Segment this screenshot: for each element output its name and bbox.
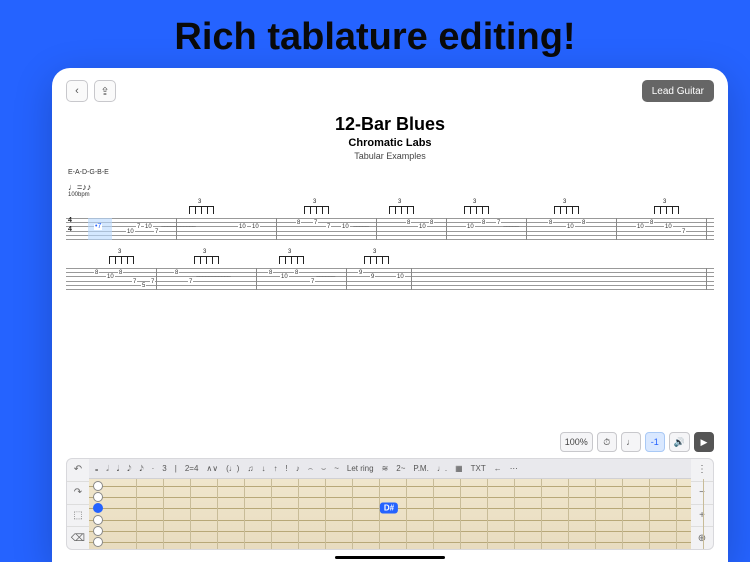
play-button[interactable]: ▶ bbox=[694, 432, 714, 452]
toolbar-item[interactable]: ~ bbox=[334, 464, 339, 473]
tab-staff[interactable]: 3333810875787810879910~~~~~~~~~~~~~~~~~ bbox=[66, 256, 714, 298]
metronome-button[interactable]: ♩ bbox=[621, 432, 641, 452]
toolbar-item[interactable]: ⋯ bbox=[510, 464, 518, 473]
eraser-tool[interactable]: ⌫ bbox=[67, 527, 89, 549]
string-open-dot[interactable] bbox=[93, 537, 103, 547]
toolbar-item[interactable]: ♪ bbox=[296, 464, 300, 473]
toolbar-item[interactable]: 𝅝 bbox=[95, 464, 98, 474]
toolbar-item[interactable]: 𝅗𝅥 bbox=[106, 464, 109, 474]
redo-button[interactable]: ↷ bbox=[67, 482, 89, 505]
active-note-badge[interactable]: D# bbox=[380, 503, 398, 514]
app-window: ‹ ⇪ Lead Guitar 12-Bar Blues Chromatic L… bbox=[52, 68, 728, 562]
instrument-selector[interactable]: Lead Guitar bbox=[642, 80, 714, 102]
share-button[interactable]: ⇪ bbox=[94, 80, 116, 102]
string-open-dot[interactable] bbox=[93, 526, 103, 536]
toolbar-item[interactable]: 3 bbox=[162, 464, 166, 473]
volume-button[interactable]: 🔊 bbox=[669, 432, 690, 452]
toolbar-item[interactable]: (♩) bbox=[226, 464, 239, 473]
tempo-notation: ♩=♪♪ bbox=[68, 182, 91, 192]
toolbar-item[interactable]: ← bbox=[494, 464, 502, 473]
toolbar-item[interactable]: ↓ bbox=[261, 464, 265, 473]
back-button[interactable]: ‹ bbox=[66, 80, 88, 102]
song-title: 12-Bar Blues bbox=[66, 114, 714, 135]
toolbar-item[interactable]: ⌢ bbox=[308, 464, 313, 474]
toolbar-item[interactable]: 𝅘𝅥𝅯 bbox=[139, 464, 143, 474]
string-open-dot[interactable] bbox=[93, 492, 103, 502]
toolbar-item[interactable]: ≋ bbox=[382, 464, 389, 473]
marketing-headline: Rich tablature editing! bbox=[0, 0, 750, 73]
toolbar-item[interactable]: · bbox=[152, 464, 155, 473]
toolbar-item[interactable]: 2~ bbox=[396, 464, 405, 473]
playback-controls: 100% ⏱ ♩ -1 🔊 ▶ bbox=[560, 432, 714, 452]
toolbar-item[interactable]: 2=4 bbox=[185, 464, 199, 473]
string-open-dot[interactable] bbox=[93, 481, 103, 491]
toolbar-item[interactable]: P.M. bbox=[413, 464, 428, 473]
toolbar-item[interactable]: ∧∨ bbox=[206, 464, 218, 473]
toolbar-item[interactable]: ↑ bbox=[273, 464, 277, 473]
remove-tool[interactable]: − bbox=[691, 482, 713, 505]
notation-toolbar: 𝅝 𝅗𝅥 𝅘𝅥 𝅘𝅥𝅮 𝅘𝅥𝅯 · 3 | 2=4 ∧∨ (♩) ♫ ↓ ↑! ♪ ⌢ ⌣ ~ Let ring ≋ 2… bbox=[89, 459, 691, 479]
more-tool[interactable]: ⋮ bbox=[691, 459, 713, 482]
insert-tool[interactable]: ⊕ bbox=[691, 527, 713, 549]
undo-button[interactable]: ↶ bbox=[67, 459, 89, 482]
tempo-bpm: 100bpm bbox=[68, 192, 91, 198]
fretboard[interactable]: D# bbox=[89, 479, 691, 549]
toolbar-item[interactable]: 𝅘𝅥 bbox=[117, 464, 120, 474]
tab-staff[interactable]: 4433333310710710108771081081087810810810… bbox=[66, 206, 714, 248]
document-header: 12-Bar Blues Chromatic Labs Tabular Exam… bbox=[66, 114, 714, 161]
toolbar-item[interactable]: | bbox=[175, 464, 177, 473]
zoom-level[interactable]: 100% bbox=[560, 432, 593, 452]
toolbar-item[interactable]: Let ring bbox=[347, 464, 374, 473]
toolbar-item[interactable]: 𝅘𝅥𝅮 bbox=[127, 464, 131, 474]
add-tool[interactable]: + bbox=[691, 505, 713, 528]
song-album: Tabular Examples bbox=[66, 151, 714, 161]
toolbar-item[interactable]: ♩. bbox=[437, 464, 447, 473]
select-tool[interactable]: ⬚ bbox=[67, 505, 89, 528]
top-bar: ‹ ⇪ Lead Guitar bbox=[66, 78, 714, 104]
toolbar-item[interactable]: TXT bbox=[471, 464, 486, 473]
speed-button[interactable]: -1 bbox=[645, 432, 665, 452]
string-open-dot[interactable] bbox=[93, 503, 103, 513]
tempo-indicator: ♩=♪♪ 100bpm bbox=[68, 182, 714, 198]
editor-panel: ↶ ↷ ⬚ ⌫ 𝅝 𝅗𝅥 𝅘𝅥 𝅘𝅥𝅮 𝅘𝅥𝅯 · 3 | 2=4 ∧∨ (♩) ♫ ↓ ↑! ♪ ⌢ ⌣ ~ Le… bbox=[66, 458, 714, 550]
toolbar-item[interactable]: ♫ bbox=[247, 464, 253, 473]
toolbar-item[interactable]: ▦ bbox=[455, 464, 463, 473]
song-artist: Chromatic Labs bbox=[66, 137, 714, 149]
timer-button[interactable]: ⏱ bbox=[597, 432, 617, 452]
string-open-dot[interactable] bbox=[93, 515, 103, 525]
home-indicator bbox=[335, 556, 445, 559]
toolbar-item[interactable]: ⌣ bbox=[321, 464, 326, 474]
tool-column-right: ⋮ − + ⊕ bbox=[691, 459, 713, 549]
tablature-area[interactable]: 4433333310710710108771081081087810810810… bbox=[66, 206, 714, 298]
tuning-label: E-A-D-G-B-E bbox=[68, 169, 714, 176]
toolbar-item[interactable]: ! bbox=[285, 464, 287, 473]
tool-column-left: ↶ ↷ ⬚ ⌫ bbox=[67, 459, 89, 549]
